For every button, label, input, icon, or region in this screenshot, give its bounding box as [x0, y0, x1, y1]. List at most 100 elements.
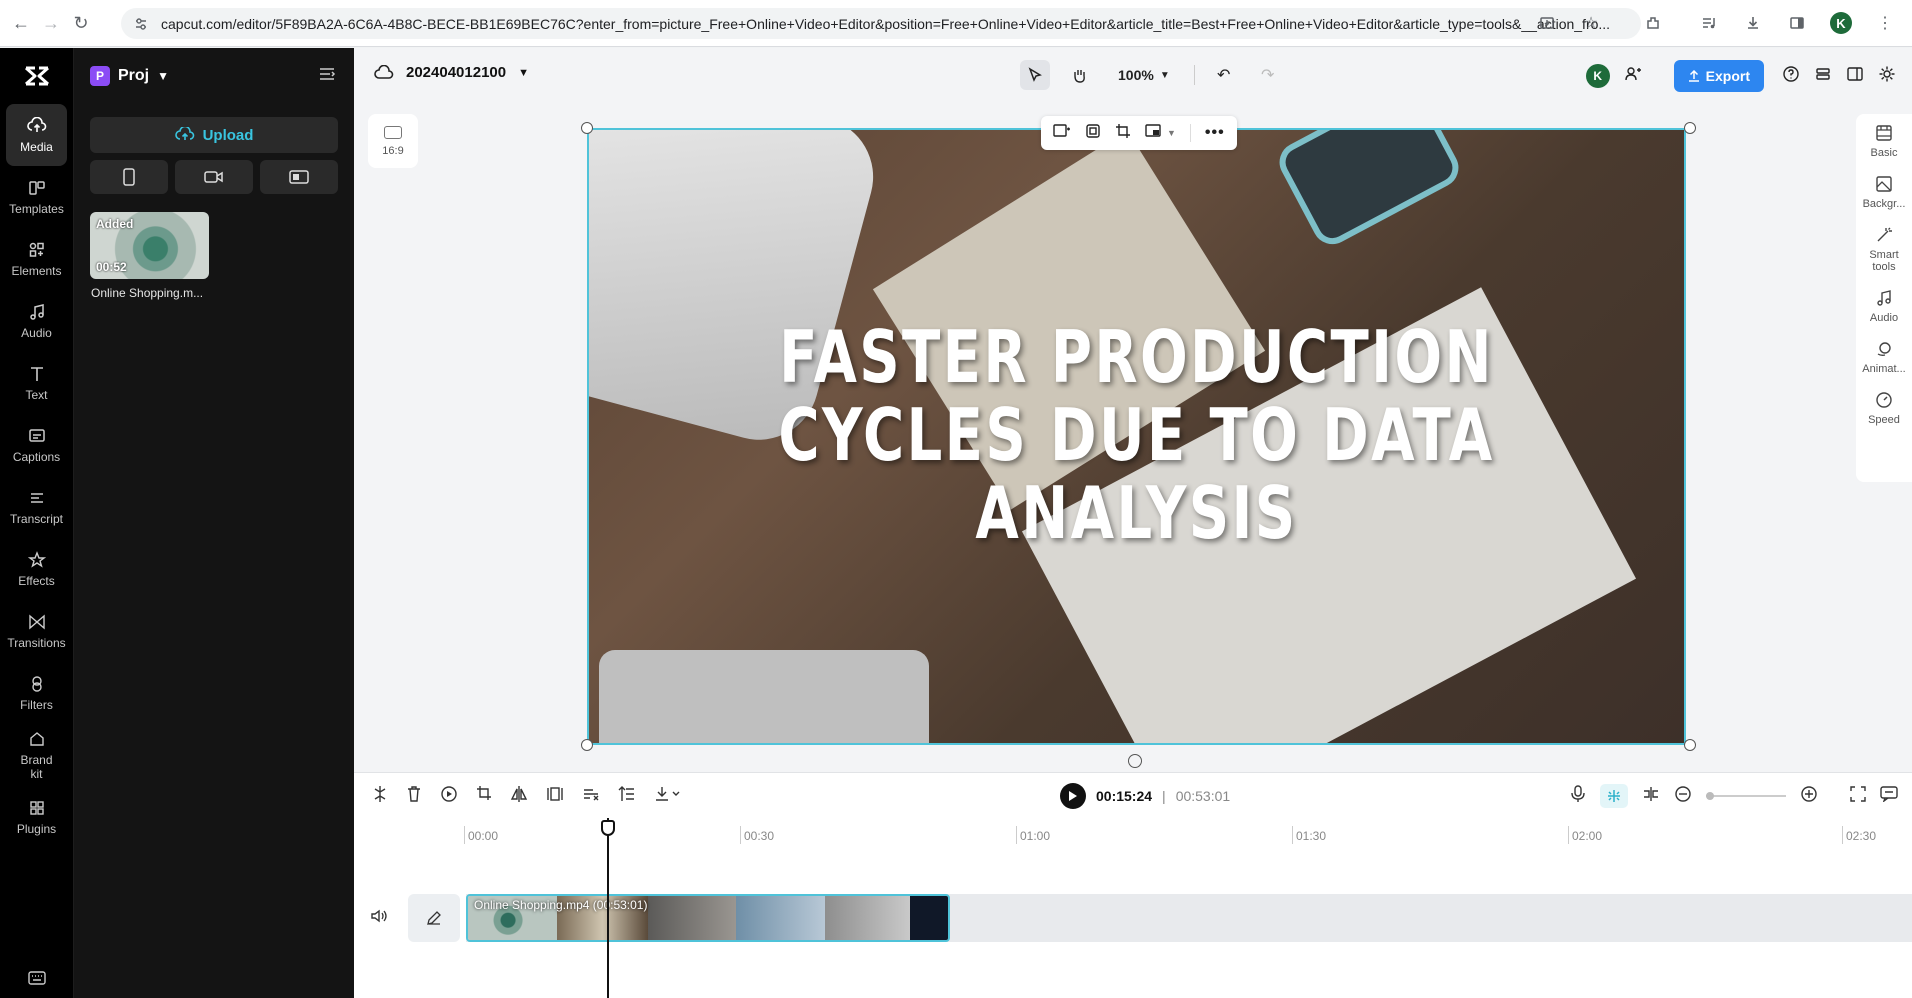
download-icon[interactable]	[1738, 8, 1768, 38]
keyboard-shortcuts-icon[interactable]	[27, 970, 47, 986]
nav-item-filters[interactable]: Filters	[0, 662, 73, 724]
hand-pan-icon[interactable]	[1064, 60, 1094, 90]
video-caption-text[interactable]: FASTER PRODUCTION CYCLES DUE TO DATA ANA…	[709, 318, 1563, 552]
speed-tab[interactable]: Speed	[1868, 391, 1900, 426]
edit-cover-button[interactable]	[408, 894, 460, 942]
layers-icon[interactable]	[1814, 65, 1832, 88]
nav-item-elements[interactable]: Elements	[0, 228, 73, 290]
settings-gear-icon[interactable]	[1878, 65, 1896, 88]
video-clip[interactable]: Online Shopping.mp4 (00:53:01)	[466, 894, 950, 942]
zoom-out-icon[interactable]	[1674, 785, 1692, 808]
record-screen-button[interactable]	[260, 160, 338, 194]
rotate-handle[interactable]	[1128, 754, 1142, 768]
upload-button[interactable]: Upload	[90, 117, 338, 153]
url-text[interactable]: capcut.com/editor/5F89BA2A-6C6A-4B8C-BEC…	[161, 16, 1621, 32]
project-title[interactable]: 202404012100	[406, 64, 506, 81]
resize-handle-top-right[interactable]	[1684, 122, 1696, 134]
nav-item-transitions[interactable]: Transitions	[0, 600, 73, 662]
panel-menu-icon[interactable]	[318, 66, 336, 87]
timeline-toolbar: 00:15:24 | 00:53:01	[354, 772, 1912, 818]
delete-trash-icon[interactable]	[406, 785, 422, 808]
freeze-frame-icon[interactable]	[440, 785, 458, 808]
timeline-zoom-slider[interactable]	[1706, 792, 1786, 800]
record-camera-button[interactable]	[175, 160, 253, 194]
aspect-ratio-button[interactable]: 16:9	[368, 114, 418, 168]
timeline[interactable]: 00:00 00:30 01:00 01:30 02:00 02:30 Onli…	[354, 818, 1912, 998]
install-app-icon[interactable]	[1532, 8, 1562, 38]
split-icon[interactable]	[372, 785, 388, 808]
nav-item-brand-kit[interactable]: Brand kit	[0, 724, 73, 786]
forward-arrow-icon[interactable]: →	[36, 8, 66, 38]
project-title-group[interactable]: 202404012100 ▼	[374, 64, 529, 81]
add-collaborator-icon[interactable]	[1624, 65, 1642, 88]
microphone-icon[interactable]	[1570, 784, 1586, 808]
address-bar[interactable]: capcut.com/editor/5F89BA2A-6C6A-4B8C-BEC…	[121, 8, 1641, 39]
select-pointer-icon[interactable]	[1020, 60, 1050, 90]
nav-item-audio[interactable]: Audio	[0, 290, 73, 352]
extensions-icon[interactable]	[1638, 8, 1668, 38]
export-button[interactable]: Export	[1673, 60, 1764, 92]
smart-crop-icon[interactable]	[1085, 123, 1101, 144]
nav-item-captions[interactable]: Captions	[0, 414, 73, 476]
video-preview[interactable]: FASTER PRODUCTION CYCLES DUE TO DATA ANA…	[587, 128, 1686, 745]
background-tab[interactable]: Backgr...	[1863, 175, 1905, 210]
resize-handle-bottom-right[interactable]	[1684, 739, 1696, 751]
resize-handle-top-left[interactable]	[581, 122, 593, 134]
ruler-label: 01:30	[1296, 829, 1327, 843]
undo-icon[interactable]: ↶	[1209, 60, 1239, 90]
mirror-icon[interactable]	[546, 785, 564, 808]
capcut-logo[interactable]	[0, 48, 73, 104]
nav-item-plugins[interactable]: Plugins	[0, 786, 73, 848]
track-volume-icon[interactable]	[370, 908, 388, 929]
panel-tab-label: Audio	[1869, 312, 1899, 324]
resize-handle-bottom-left[interactable]	[581, 739, 593, 751]
chevron-down-icon[interactable]: ▼	[518, 67, 529, 79]
profile-avatar[interactable]: K	[1826, 8, 1856, 38]
playhead-handle[interactable]	[601, 820, 615, 836]
nav-item-effects[interactable]: Effects	[0, 538, 73, 600]
fit-timeline-icon[interactable]	[1850, 785, 1866, 807]
nav-item-templates[interactable]: Templates	[0, 166, 73, 228]
smart-tools-tab[interactable]: Smart tools	[1867, 226, 1901, 273]
play-button[interactable]	[1060, 783, 1086, 809]
playhead[interactable]	[607, 818, 609, 998]
browser-menu-icon[interactable]: ⋮	[1870, 8, 1900, 38]
comment-icon[interactable]	[1880, 785, 1898, 807]
chevron-down-icon[interactable]: ▼	[1167, 128, 1176, 138]
crop-icon[interactable]	[476, 785, 492, 808]
collaborator-avatar[interactable]: K	[1585, 64, 1610, 88]
zoom-in-icon[interactable]	[1800, 785, 1818, 808]
basic-tab[interactable]: Basic	[1870, 124, 1898, 159]
redo-icon[interactable]: ↷	[1253, 60, 1283, 90]
media-controls-icon[interactable]	[1694, 8, 1724, 38]
slider-knob[interactable]	[1706, 792, 1714, 800]
split-scene-icon[interactable]	[1642, 786, 1660, 807]
back-arrow-icon[interactable]: ←	[6, 8, 36, 38]
nav-item-media[interactable]: Media	[6, 104, 67, 166]
main-track-magnet-toggle[interactable]	[1600, 784, 1628, 808]
upload-from-phone-button[interactable]	[90, 160, 168, 194]
replace-image-icon[interactable]	[1053, 123, 1071, 144]
more-options-icon[interactable]: •••	[1205, 124, 1225, 142]
zoom-dropdown[interactable]: 100% ▼	[1118, 67, 1170, 83]
help-icon[interactable]	[1782, 65, 1800, 88]
nav-item-text[interactable]: Text	[0, 352, 73, 414]
media-duration: 00:52	[96, 260, 127, 274]
auto-reframe-icon[interactable]	[618, 785, 636, 808]
panel-tab-label: Basic	[1870, 147, 1898, 159]
side-panel-icon[interactable]	[1782, 8, 1812, 38]
download-dropdown-icon[interactable]	[654, 785, 680, 808]
site-settings-icon[interactable]	[133, 16, 149, 32]
audio-tab[interactable]: Audio	[1870, 289, 1898, 324]
project-switcher[interactable]: P Proj ▼	[74, 48, 354, 104]
panel-layout-icon[interactable]	[1846, 65, 1864, 88]
media-thumbnail[interactable]: Added 00:52	[90, 212, 209, 279]
animation-tab[interactable]: Animat...	[1862, 340, 1906, 375]
crop-icon[interactable]	[1115, 123, 1131, 144]
picture-in-picture-icon[interactable]	[1145, 123, 1163, 144]
bookmark-star-icon[interactable]: ☆	[1576, 8, 1606, 38]
speed-curve-icon[interactable]	[582, 785, 600, 808]
reload-icon[interactable]: ↻	[66, 8, 96, 38]
nav-item-transcript[interactable]: Transcript	[0, 476, 73, 538]
flip-icon[interactable]	[510, 785, 528, 808]
